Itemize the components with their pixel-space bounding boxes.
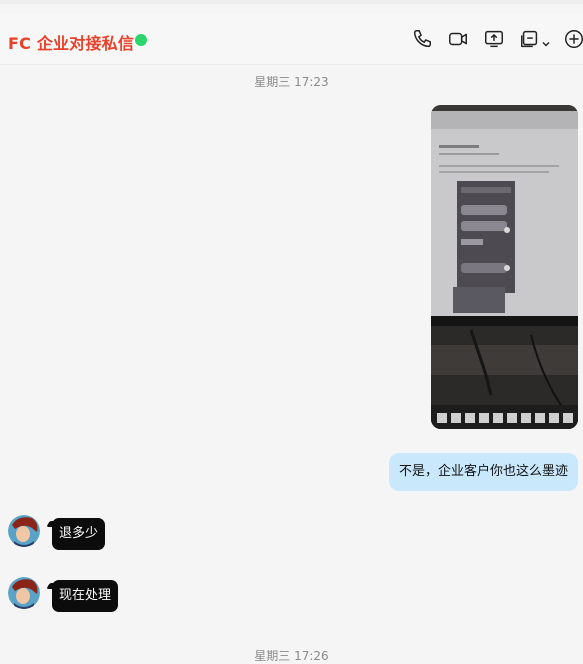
screen-share-icon[interactable] [483,28,505,50]
chevron-down-icon[interactable] [541,34,551,47]
contact-avatar[interactable] [8,577,40,609]
contact-message-bubble[interactable]: 现在处理 [52,580,119,612]
video-call-icon[interactable] [447,28,469,50]
add-circle-icon[interactable] [563,28,583,50]
online-status-dot [135,34,147,46]
image-message[interactable] [431,105,578,429]
timestamp: 星期三 17:26 [254,649,329,663]
chat-header: FC 企业对接私信 [0,14,583,65]
phone-icon[interactable] [411,28,433,50]
chat-title: FC 企业对接私信 [8,34,135,53]
window-top-strip [0,0,583,4]
my-message-bubble[interactable]: 不是，企业客户你也这么墨迹 [388,453,578,491]
timestamp: 星期三 17:23 [254,75,329,89]
photo-content [431,105,578,429]
contact-message-bubble[interactable]: 退多少 [52,518,106,550]
contact-avatar[interactable] [8,515,40,547]
screen-record-icon[interactable] [519,28,541,50]
